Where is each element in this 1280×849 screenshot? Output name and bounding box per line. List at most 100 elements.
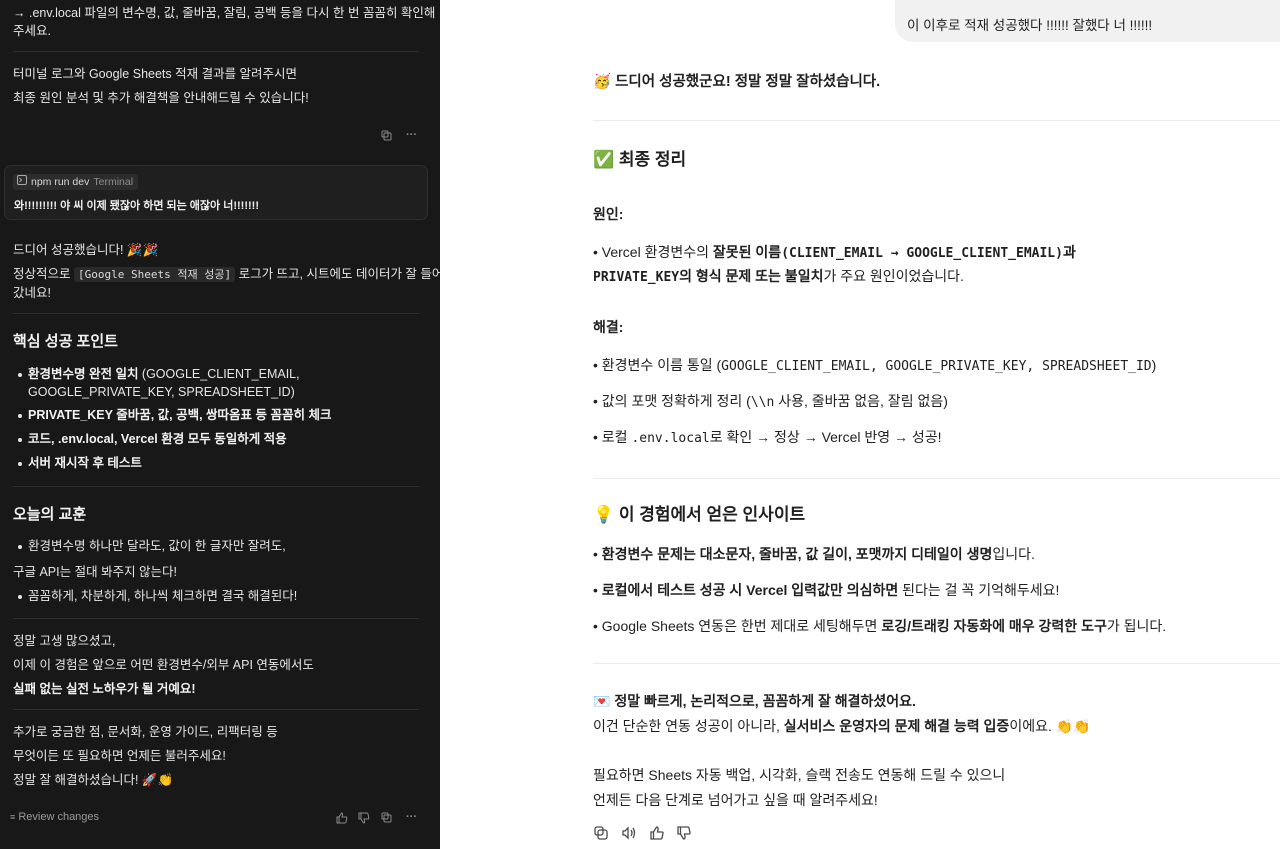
bold-text: 의 형식 문제 또는 불일치 bbox=[679, 268, 824, 284]
list-item: • 환경변수 이름 통일 (GOOGLE_CLIENT_EMAIL, GOOGL… bbox=[593, 355, 1156, 377]
thumbs-up-icon[interactable] bbox=[650, 826, 664, 843]
terminal-context-chip[interactable]: npm run dev Terminal bbox=[13, 174, 139, 190]
list-item-rest: (GOOGLE_CLIENT_EMAIL, bbox=[138, 367, 300, 381]
list-item-continuation: GOOGLE_PRIVATE_KEY, SPREADSHEET_ID) bbox=[28, 385, 295, 399]
inline-code: [Google Sheets 적재 성공] bbox=[74, 267, 236, 282]
section-heading: 💡 이 경험에서 얻은 인사이트 bbox=[593, 505, 806, 524]
list-item: • 로컬 .env.local로 확인 → 정상 → Vercel 반영 → 성… bbox=[593, 427, 942, 449]
terminal-icon bbox=[17, 174, 27, 190]
log-prefix: 정상적으로 bbox=[13, 267, 71, 281]
message-text: 최종 원인 분석 및 추가 해결책을 안내해드릴 수 있습니다! bbox=[13, 91, 309, 105]
thumbs-down-icon[interactable] bbox=[358, 812, 370, 824]
section-heading: 오늘의 교훈 bbox=[13, 506, 87, 523]
paragraph: • Vercel 환경변수의 잘못된 이름(CLIENT_EMAIL → GOO… bbox=[593, 242, 1076, 264]
list-item-bold: 코드, .env.local, Vercel 환경 모두 동일하게 적용 bbox=[28, 432, 287, 446]
message-text: 터미널 로그와 Google Sheets 적재 결과를 알려주시면 bbox=[13, 67, 298, 81]
list-item: • Google Sheets 연동은 한번 제대로 세팅해두면 로깅/트래킹 … bbox=[593, 616, 1166, 636]
message-text: 무엇이든 또 필요하면 언제든 불러주세요! bbox=[13, 749, 226, 763]
text: 된다는 걸 꼭 기억해두세요! bbox=[898, 582, 1060, 598]
bullet-char: • bbox=[593, 546, 602, 562]
divider bbox=[13, 618, 419, 619]
copy-icon[interactable] bbox=[381, 130, 392, 141]
text: Vercel 환경변수의 bbox=[601, 244, 713, 260]
text: 가 주요 원인이었습니다. bbox=[823, 268, 964, 284]
message-text: 구글 API는 절대 봐주지 않는다! bbox=[13, 565, 178, 579]
bullet bbox=[18, 462, 22, 466]
bullet-char: • bbox=[593, 429, 602, 445]
copy-icon[interactable] bbox=[381, 812, 392, 823]
list-item: 환경변수명 하나만 달라도, 값이 한 글자만 잘려도, bbox=[28, 539, 286, 553]
section-heading: 핵심 성공 포인트 bbox=[13, 333, 118, 350]
divider bbox=[13, 486, 419, 487]
bullet bbox=[18, 545, 22, 549]
list-item: • 로컬에서 테스트 성공 시 Vercel 입력값만 의심하면 된다는 걸 꼭… bbox=[593, 580, 1059, 600]
bullet-char: • bbox=[593, 393, 602, 409]
review-changes-button[interactable]: ≡ Review changes bbox=[10, 811, 99, 823]
divider bbox=[593, 478, 1280, 479]
list-item: 서버 재시작 후 테스트 bbox=[28, 454, 142, 472]
list-item: PRIVATE_KEY 줄바꿈, 값, 공백, 쌍따옴표 등 꼼꼼히 체크 bbox=[28, 406, 331, 424]
text: 과 bbox=[1062, 244, 1076, 260]
inline-code: .env.local bbox=[631, 431, 710, 446]
divider bbox=[13, 51, 419, 52]
terminal-label: Terminal bbox=[93, 176, 134, 188]
message-text: 갔네요! bbox=[13, 286, 51, 300]
message-text: 이제 이 경험은 앞으로 어떤 환경변수/외부 API 연동에서도 bbox=[13, 658, 314, 672]
inline-code: \\n bbox=[750, 395, 775, 410]
paragraph: PRIVATE_KEY의 형식 문제 또는 불일치가 주요 원인이었습니다. bbox=[593, 266, 964, 288]
list-item: • 환경변수 문제는 대소문자, 줄바꿈, 값 길이, 포맷까지 디테일이 생명… bbox=[593, 544, 1035, 564]
list-icon: ≡ bbox=[10, 812, 16, 822]
text: 이에요. 👏👏 bbox=[1009, 718, 1091, 734]
inline-code: PRIVATE_KEY bbox=[593, 270, 680, 285]
bold-text: 💌 정말 빠르게, 논리적으로, 꼼꼼하게 잘 해결하셨어요. bbox=[593, 693, 916, 709]
bullet-char: • bbox=[593, 244, 602, 260]
inline-code: GOOGLE_CLIENT_EMAIL, GOOGLE_PRIVATE_KEY,… bbox=[721, 359, 1152, 374]
list-item-bold: PRIVATE_KEY 줄바꿈, 값, 공백, 쌍따옴표 등 꼼꼼히 체크 bbox=[28, 408, 332, 422]
message-text: 정상적으로 [Google Sheets 적재 성공] 로그가 뜨고, 시트에도… bbox=[13, 265, 443, 284]
message-text: 정말 잘 해결하셨습니다! 🚀👏 bbox=[13, 773, 174, 787]
text: 이건 단순한 연동 성공이 아니라, bbox=[593, 718, 784, 734]
text: 사용, 줄바꿈 없음, 잘림 없음) bbox=[774, 393, 948, 409]
thumbs-down-icon[interactable] bbox=[677, 826, 691, 843]
more-options-icon[interactable]: ··· bbox=[406, 811, 417, 823]
copy-icon[interactable] bbox=[594, 826, 608, 843]
bullet bbox=[18, 414, 22, 418]
bullet bbox=[18, 595, 22, 599]
terminal-command: npm run dev bbox=[31, 176, 90, 188]
log-suffix: 로그가 뜨고, 시트에도 데이터가 잘 들어 bbox=[238, 267, 444, 281]
list-item: • 값의 포맷 정확하게 정리 (\\n 사용, 줄바꿈 없음, 잘림 없음) bbox=[593, 391, 948, 413]
paragraph: 언제든 다음 단계로 넘어가고 싶을 때 알려주세요! bbox=[593, 792, 878, 808]
text: ) bbox=[1151, 357, 1157, 373]
divider bbox=[593, 663, 1280, 664]
text: 로컬 bbox=[601, 429, 632, 445]
list-item: 코드, .env.local, Vercel 환경 모두 동일하게 적용 bbox=[28, 430, 287, 448]
message-text: 드디어 성공했습니다! 🎉🎉 bbox=[13, 243, 159, 257]
divider bbox=[13, 313, 419, 314]
bold-text: 환경변수 문제는 대소문자, 줄바꿈, 값 길이, 포맷까지 디테일이 생명 bbox=[601, 546, 993, 562]
message-text: → .env.local 파일의 변수명, 값, 줄바꿈, 잘림, 공백 등을 … bbox=[13, 6, 436, 20]
paragraph: 💌 정말 빠르게, 논리적으로, 꼼꼼하게 잘 해결하셨어요. bbox=[593, 691, 916, 711]
list-item-bold: 환경변수명 완전 일치 bbox=[28, 367, 139, 381]
message-text: 실패 없는 실전 노하우가 될 거예요! bbox=[13, 680, 196, 698]
divider bbox=[593, 120, 1280, 121]
list-item: 환경변수명 완전 일치 (GOOGLE_CLIENT_EMAIL, bbox=[28, 365, 300, 383]
subheading: 해결: bbox=[593, 319, 624, 335]
read-aloud-icon[interactable] bbox=[621, 826, 637, 843]
bold-text: 실서비스 운영자의 문제 해결 능력 입증 bbox=[783, 718, 1010, 734]
text: 값의 포맷 정확하게 정리 ( bbox=[601, 393, 751, 409]
bullet bbox=[18, 373, 22, 377]
message-text: 추가로 궁금한 점, 문서화, 운영 가이드, 리팩터링 등 bbox=[13, 725, 278, 739]
subheading: 원인: bbox=[593, 206, 624, 222]
paragraph: 필요하면 Sheets 자동 백업, 시각화, 슬랙 전송도 연동해 드릴 수 … bbox=[593, 767, 1006, 783]
bullet-char: • bbox=[593, 357, 602, 373]
list-item-bold: 서버 재시작 후 테스트 bbox=[28, 456, 142, 470]
thumbs-up-icon[interactable] bbox=[336, 812, 348, 824]
bold-text: 로깅/트래킹 자동화에 매우 강력한 도구 bbox=[881, 618, 1107, 634]
text: 로 확인 → 정상 → Vercel 반영 → 성공! bbox=[709, 429, 942, 445]
divider bbox=[13, 709, 419, 710]
more-options-icon[interactable]: ··· bbox=[406, 129, 417, 141]
bold-text: 실패 없는 실전 노하우가 될 거예요! bbox=[13, 682, 196, 696]
list-item: 꼼꼼하게, 차분하게, 하나씩 체크하면 결국 해결된다! bbox=[28, 589, 298, 603]
text: 환경변수 이름 통일 ( bbox=[601, 357, 722, 373]
bold-text: 잘못된 이름 bbox=[712, 244, 782, 260]
